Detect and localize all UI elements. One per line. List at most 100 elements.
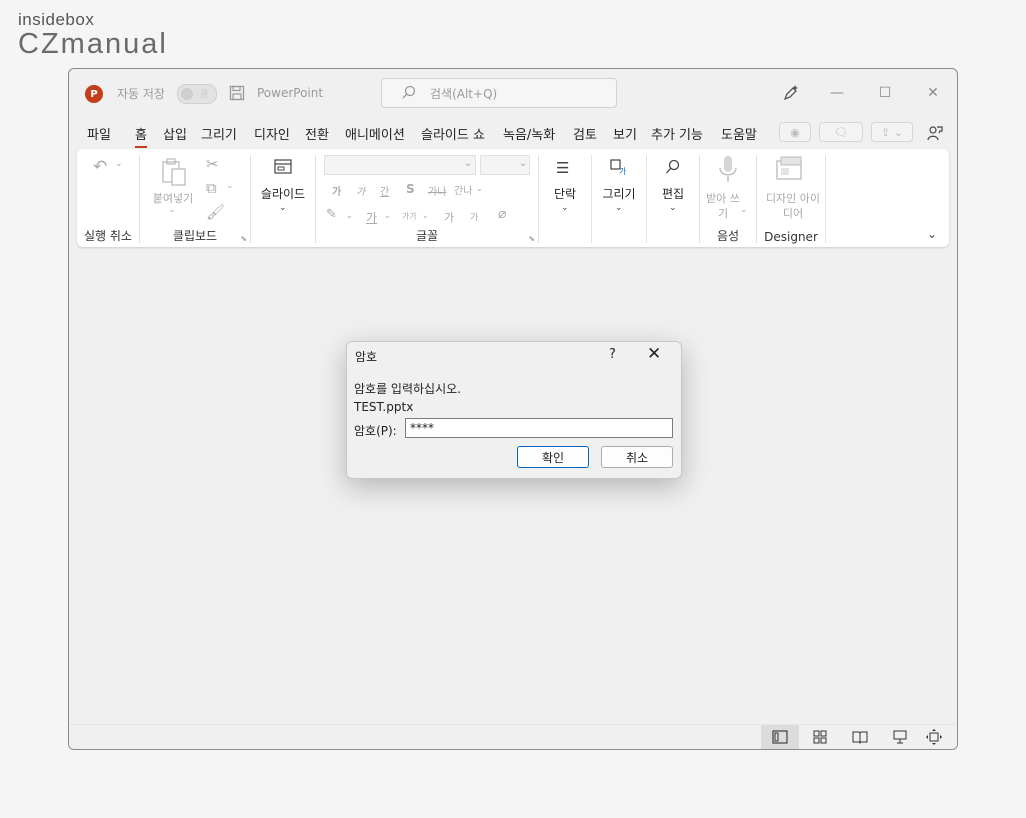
shrink-font-button[interactable]: 가: [470, 210, 478, 223]
ok-button[interactable]: 확인: [517, 446, 589, 468]
chevron-down-icon[interactable]: ⌄: [519, 158, 527, 169]
tab-animations[interactable]: 애니메이션: [345, 121, 405, 145]
font-color-button[interactable]: 가: [366, 209, 377, 226]
tab-help[interactable]: 도움말: [721, 121, 757, 145]
autosave-label: 자동 저장: [117, 86, 165, 101]
designer-pen-icon[interactable]: [777, 79, 805, 107]
password-input[interactable]: ****: [405, 418, 673, 438]
char-spacing-button[interactable]: 간나: [454, 182, 472, 197]
chevron-down-icon[interactable]: ⌄: [464, 158, 472, 169]
share-button[interactable]: ⇪ ⌄: [871, 122, 913, 142]
tab-design[interactable]: 디자인: [254, 121, 290, 145]
reading-view-icon[interactable]: [841, 725, 879, 749]
minimize-icon[interactable]: —: [823, 79, 851, 107]
paragraph-icon[interactable]: ☰: [556, 159, 569, 177]
grow-font-button[interactable]: 가: [444, 209, 454, 225]
chevron-down-icon[interactable]: ⌄: [740, 205, 748, 215]
search-placeholder: 검색(Alt+Q): [430, 86, 498, 101]
chevron-down-icon[interactable]: ⌄: [615, 203, 623, 213]
find-icon[interactable]: [665, 159, 681, 179]
collapse-ribbon-icon[interactable]: ⌄: [927, 227, 937, 241]
password-label: 암호(P):: [354, 424, 397, 438]
toggle-knob: [181, 88, 193, 100]
designer-label[interactable]: 디자인 아이디어: [765, 191, 821, 221]
strikethrough-button[interactable]: 가나: [428, 183, 446, 198]
chevron-down-icon[interactable]: ⌄: [476, 184, 483, 193]
record-icon: ◉: [790, 125, 800, 139]
change-case-button[interactable]: 가가: [402, 211, 417, 222]
chevron-down-icon[interactable]: ⌄: [168, 205, 176, 215]
tab-slideshow[interactable]: 슬라이드 쇼: [421, 121, 485, 145]
tab-draw[interactable]: 그리기: [201, 121, 237, 145]
tab-transitions[interactable]: 전환: [305, 121, 329, 145]
underline-button[interactable]: 간: [380, 183, 389, 198]
font-name-dropdown[interactable]: [324, 155, 476, 175]
editing-label[interactable]: 편집: [647, 187, 699, 202]
italic-button[interactable]: 가: [356, 183, 365, 198]
undo-icon[interactable]: ↶: [93, 157, 107, 177]
maximize-icon[interactable]: ☐: [871, 79, 899, 107]
chevron-down-icon[interactable]: ⌄: [561, 203, 569, 213]
copy-icon[interactable]: ⧉: [206, 179, 217, 197]
chevron-down-icon[interactable]: ⌄: [384, 211, 391, 220]
slideshow-icon[interactable]: [881, 725, 919, 749]
paste-icon[interactable]: [160, 157, 188, 191]
comments-button[interactable]: 🗨: [819, 122, 863, 142]
svg-text:가: 가: [619, 167, 627, 175]
dialog-title: 암호: [355, 350, 378, 364]
fit-to-window-icon[interactable]: [915, 725, 953, 749]
search-icon: [402, 85, 416, 102]
designer-group: 디자인 아이디어 Designer: [757, 149, 825, 247]
tab-review[interactable]: 검토: [573, 121, 597, 145]
drawing-label[interactable]: 그리기: [592, 187, 646, 202]
slide-sorter-icon[interactable]: [801, 725, 839, 749]
editing-group: 편집 ⌄: [647, 149, 699, 247]
cancel-button[interactable]: 취소: [601, 446, 673, 468]
save-icon[interactable]: [229, 69, 245, 117]
bold-button[interactable]: 가: [332, 183, 341, 198]
coauthor-icon[interactable]: [921, 119, 949, 147]
chevron-down-icon[interactable]: ⌄: [346, 211, 353, 220]
new-slide-icon[interactable]: [274, 159, 292, 179]
chevron-down-icon[interactable]: ⌄: [226, 181, 234, 191]
search-box[interactable]: 검색(Alt+Q): [381, 78, 617, 108]
normal-view-icon[interactable]: [761, 725, 799, 749]
chevron-down-icon[interactable]: ⌄: [115, 159, 123, 169]
help-button[interactable]: ?: [609, 347, 616, 362]
undo-group: ↶ ⌄ 실행 취소: [77, 149, 139, 247]
new-slide-label[interactable]: 슬라이드: [255, 187, 311, 202]
dialog-launcher-icon[interactable]: ⬊: [240, 234, 247, 243]
chevron-down-icon[interactable]: ⌄: [669, 203, 677, 213]
ribbon: ↶ ⌄ 실행 취소 붙여넣기 ⌄ ✂ ⧉ ⌄ 🖌 클립보드 ⬊ 슬라이드 ⌄ ⌄…: [77, 149, 949, 247]
shadow-button[interactable]: S: [406, 182, 415, 196]
highlight-icon[interactable]: ✎: [326, 207, 337, 222]
tab-home[interactable]: 홈: [135, 121, 147, 148]
dialog-launcher-icon[interactable]: ⬊: [528, 234, 535, 243]
watermark-logo: insidebox CZmanual: [18, 10, 168, 61]
chevron-down-icon[interactable]: ⌄: [279, 203, 287, 213]
chevron-down-icon[interactable]: ⌄: [422, 211, 429, 220]
dictate-label[interactable]: 받아 쓰기: [704, 191, 742, 221]
clear-format-icon[interactable]: ⌀: [498, 206, 506, 222]
tab-addins[interactable]: 추가 기능: [651, 121, 703, 145]
tab-file[interactable]: 파일: [87, 121, 111, 145]
microphone-icon[interactable]: [718, 155, 738, 189]
divider: [825, 155, 826, 243]
paragraph-label[interactable]: 단락: [539, 187, 591, 202]
close-icon[interactable]: ✕: [919, 79, 947, 107]
shapes-icon[interactable]: 가: [610, 159, 628, 179]
autosave-toggle[interactable]: 끔: [177, 84, 217, 104]
paste-label[interactable]: 붙여넣기: [148, 191, 198, 206]
tab-view[interactable]: 보기: [613, 121, 637, 145]
watermark-line2: CZmanual: [18, 28, 168, 60]
tab-record[interactable]: 녹음/녹화: [503, 121, 555, 145]
font-group-label: 글꼴: [415, 229, 439, 243]
designer-icon[interactable]: [775, 155, 805, 187]
cut-icon[interactable]: ✂: [206, 155, 219, 173]
powerpoint-logo-icon: P: [85, 85, 103, 103]
format-painter-icon[interactable]: 🖌: [206, 203, 225, 221]
comment-icon: 🗨: [834, 125, 848, 139]
record-button[interactable]: ◉: [779, 122, 811, 142]
tab-insert[interactable]: 삽입: [163, 121, 187, 145]
dialog-close-icon[interactable]: ✕: [647, 344, 661, 364]
